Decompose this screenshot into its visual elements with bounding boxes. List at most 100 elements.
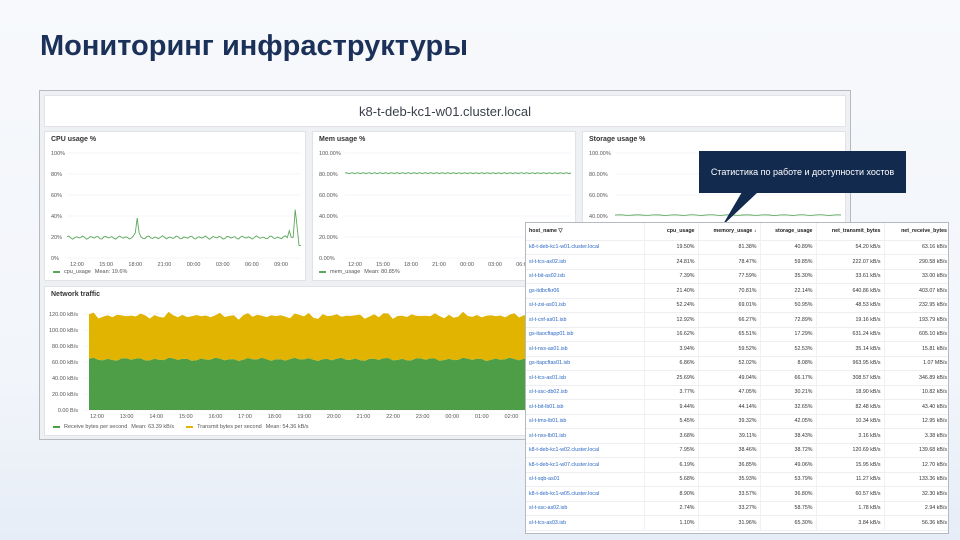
table-cell: 308.57 kB/s [815,370,884,386]
column-header[interactable]: storage_usage [759,223,816,241]
table-cell: 12.70 kB/s [883,457,948,473]
host-title: k8-t-deb-kc1-w01.cluster.local [44,95,846,127]
table-cell: 10.34 kB/s [815,414,884,429]
table-cell: 63.16 kB/s [883,240,948,255]
host-link[interactable]: k8-t-deb-kc1-w01.cluster.local [526,240,644,255]
table-cell: 120.69 kB/s [815,443,884,458]
table-cell: 18.90 kB/s [815,385,884,400]
table-cell: 25.69% [643,370,698,386]
table-cell: 70.81% [697,283,760,299]
table-cell: 2.74% [643,501,698,516]
host-link[interactable]: sl-t-tcs-as01.isb [526,370,644,386]
column-header[interactable]: memory_usage ↓ [697,223,760,241]
cpu-legend[interactable]: cpu_usage Mean: 19.6% [53,269,127,275]
host-link[interactable]: k8-t-deb-kc1-w02.cluster.local [526,443,644,458]
mem-series-line [344,172,572,175]
host-link[interactable]: sl-t-tms-lb01.isb [526,414,644,429]
x-tick-label: 20:00 [327,414,341,420]
slide-title: Мониторинг инфраструктуры [40,30,468,62]
table-cell: 36.80% [759,486,816,502]
column-header[interactable]: net_receive_bytes [883,223,948,241]
table-row: sl-t-tcs-as02.isb 24.81% 78.47% 59.85% 222.0… [526,254,948,270]
x-tick-label: 00:00 [187,262,201,268]
table-cell: 59.85% [759,254,816,270]
host-link[interactable]: k8-t-deb-kc1-w05.cluster.local [526,486,644,502]
mem-legend-mean: Mean: 80.85% [364,269,400,275]
receive-legend-label: Receive bytes per second [64,424,128,430]
host-link[interactable]: sl-t-nxs-as01.isb [526,341,644,357]
cpu-legend-name: cpu_usage [64,269,91,275]
table-cell: 24.81% [643,254,698,270]
table-cell: 12.92% [643,312,698,328]
network-legend[interactable]: Receive bytes per second Mean: 63.39 kB/… [53,424,309,430]
x-tick-label: 00:00 [460,262,474,268]
table-cell: 3.77% [643,385,698,400]
host-link[interactable]: gs-itdbcfkr06 [526,283,644,299]
y-tick-label: 60.00% [319,193,338,199]
table-cell: 65.51% [697,327,760,342]
table-cell: 31.96% [697,515,760,531]
table-cell: 78.47% [697,254,760,270]
table-cell: 640.86 kB/s [815,283,884,299]
table-cell: 7.95% [643,443,698,458]
table-row: sl-t-nxs-as01.isb 3.94% 59.52% 52.53% 35.14 … [526,341,948,357]
mem-legend[interactable]: mem_usage Mean: 80.85% [319,269,400,275]
column-header[interactable]: cpu_usage [643,223,698,241]
table-cell: 3.84 kB/s [815,515,884,531]
table-cell: 30.21% [759,385,816,400]
cpu-panel[interactable]: CPU usage % 100% 80% 60% 40% 20% 0% 12:00 15:00… [44,131,306,281]
x-tick-label: 12:00 [348,262,362,268]
table-cell: 5.68% [643,472,698,487]
table-cell: 38.46% [697,443,760,458]
table-row: sl-t-sqb-as01 5.68% 35.93% 53.79% 11.27 kB/s… [526,472,948,487]
table-cell: 346.89 kB/s [883,370,948,386]
hosts-table: host_name ▽ cpu_usage memory_usage ↓ storag… [526,223,948,531]
x-tick-label: 17:00 [238,414,252,420]
host-link[interactable]: sl-t-tcs-as02.isb [526,254,644,270]
table-cell: 59.52% [697,341,760,357]
table-cell: 22.14% [759,283,816,299]
host-link[interactable]: sl-t-bit-as02.isb [526,269,644,284]
x-tick-label: 18:00 [268,414,282,420]
table-cell: 69.01% [697,298,760,313]
host-link[interactable]: sl-t-tcs-as03.isb [526,515,644,531]
table-cell: 32.30 kB/s [883,486,948,502]
x-tick-label: 15:00 [179,414,193,420]
x-tick-label: 03:00 [488,262,502,268]
y-tick-label: 40.00 kB/s [52,376,78,382]
table-cell: 32.65% [759,399,816,415]
host-link[interactable]: sl-t-bit-lb01.isb [526,399,644,415]
host-link[interactable]: sl-t-ssc-as02.isb [526,501,644,516]
host-link[interactable]: gs-itaocftapp01.isb [526,327,644,342]
column-header[interactable]: net_transmit_bytes [815,223,884,241]
table-row: k8-t-deb-kc1-w01.cluster.local 19.50% 81.3… [526,240,948,255]
y-tick-label: 100% [51,151,65,157]
table-row: sl-t-bit-lb01.isb 9.44% 44.14% 32.65% 82.48 … [526,399,948,415]
host-link[interactable]: sl-t-sqb-as01 [526,472,644,487]
table-cell: 52.53% [759,341,816,357]
table-cell: 77.59% [697,269,760,284]
y-tick-label: 100.00% [319,151,341,157]
table-cell: 2.94 kB/s [883,501,948,516]
table-cell: 35.30% [759,269,816,284]
host-link[interactable]: sl-t-nxs-lb01.isb [526,428,644,444]
host-link[interactable]: sl-t-zsi-as01.isb [526,298,644,313]
column-header[interactable]: host_name ▽ [526,223,644,241]
host-link[interactable]: k8-t-deb-kc1-w07.cluster.local [526,457,644,473]
table-row: sl-t-tms-lb01.isb 5.45% 39.32% 42.05% 10.34 … [526,414,948,429]
host-link[interactable]: sl-t-cnf-as01.isb [526,312,644,328]
table-cell: 43.40 kB/s [883,399,948,415]
table-row: sl-t-tcs-as03.isb 1.10% 31.96% 65.30% 3.84 k… [526,515,948,531]
table-cell: 1.78 kB/s [815,501,884,516]
x-tick-label: 15:00 [99,262,113,268]
storage-series-line [614,214,842,216]
table-cell: 3.68% [643,428,698,444]
table-header-row: host_name ▽ cpu_usage memory_usage ↓ storag… [526,223,948,241]
y-tick-label: 60.00 kB/s [52,360,78,366]
y-tick-label: 100.00 kB/s [49,328,78,334]
table-cell: 17.29% [759,327,816,342]
host-link[interactable]: gs-itapcftas01.isb [526,356,644,371]
y-tick-label: 20% [51,235,62,241]
host-link[interactable]: sl-t-ssc-db02.isb [526,385,644,400]
table-cell: 21.40% [643,283,698,299]
